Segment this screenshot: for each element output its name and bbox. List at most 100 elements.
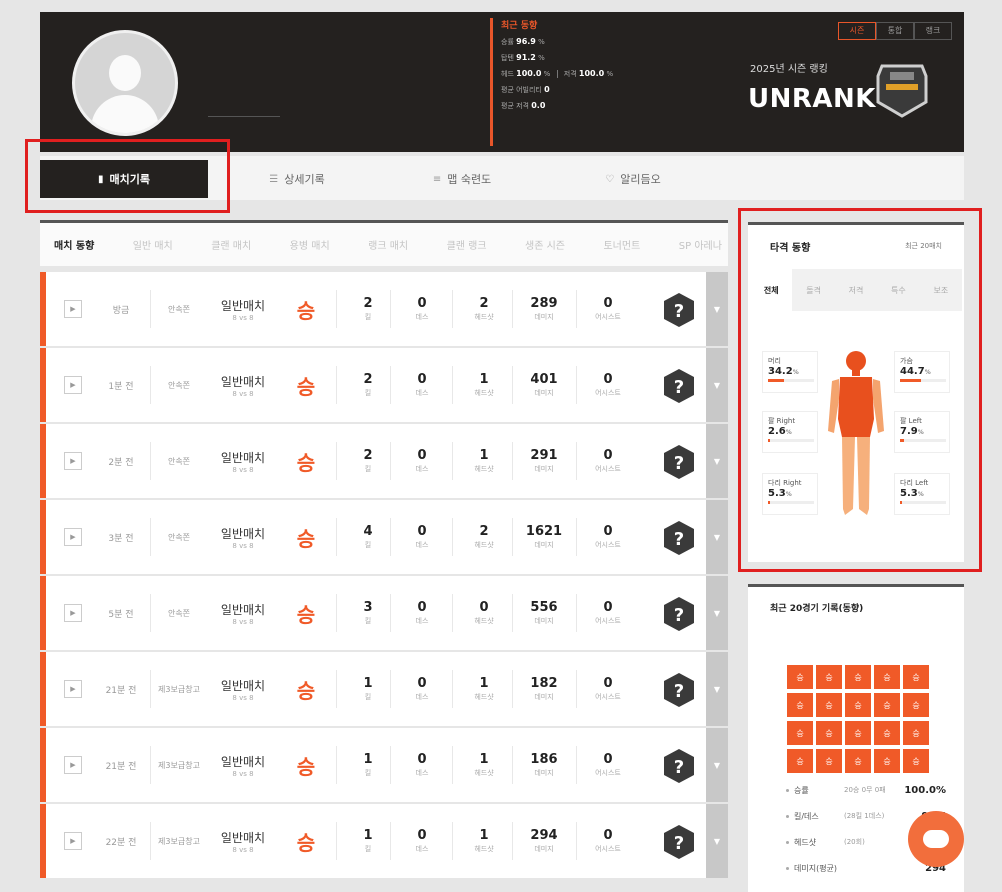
assist-stat-label: 어시스트 <box>595 693 621 701</box>
match-row[interactable]: ▶ 22분 전 제3보급창고 일반매치 8 vs 8 승 1 킬 0 데스 1 헤드샷 294 데미지 0 어… <box>40 804 728 878</box>
assist-stat: 0 어시스트 <box>576 500 640 574</box>
filter-rank-match[interactable]: 랭크 매치 <box>368 237 408 252</box>
win-rate-value: 96.9 <box>516 37 536 46</box>
damage-stat-value: 556 <box>530 600 558 615</box>
match-row[interactable]: ▶ 2분 전 안속쫀 일반매치 8 vs 8 승 2 킬 0 데스 1 헤드샷 291 데미지 0 어시스트?… <box>40 424 728 498</box>
match-mode-cell: 일반매치 8 vs 8 <box>208 424 278 498</box>
avg-kill-value: 0 <box>544 85 550 94</box>
expand-row-button[interactable]: ▼ <box>706 728 728 802</box>
match-server-cell: 안속쫀 <box>150 576 208 650</box>
filter-match-trend[interactable]: 매치 동향 <box>54 237 94 252</box>
win-rate-label: 승률 <box>501 38 514 46</box>
season-tab-total[interactable]: 통합 <box>876 22 914 40</box>
recent20-summary-label: 킬/데스 <box>794 812 819 821</box>
expand-row-button[interactable]: ▼ <box>706 652 728 726</box>
replay-play-icon[interactable]: ▶ <box>64 300 82 318</box>
kill-stat-label: 킬 <box>364 693 372 701</box>
expand-row-button[interactable]: ▼ <box>706 272 728 346</box>
rank-badge-icon <box>876 64 928 118</box>
unranked-question-icon: ? <box>664 293 694 327</box>
death-stat: 0 데스 <box>390 348 454 422</box>
match-time-cell: 22분 전 <box>90 804 152 878</box>
death-stat: 0 데스 <box>390 500 454 574</box>
season-tab-season[interactable]: 시즌 <box>838 22 876 40</box>
avg-damage-label: 평균 저격 <box>501 102 529 110</box>
kill-stat-value: 1 <box>363 828 373 843</box>
filter-clan-rank[interactable]: 클랜 랭크 <box>447 237 487 252</box>
headshot-stat-label: 헤드샷 <box>474 389 494 397</box>
assist-stat-label: 어시스트 <box>595 389 621 397</box>
filter-mercenary-match[interactable]: 용병 매치 <box>290 237 330 252</box>
death-stat: 0 데스 <box>390 728 454 802</box>
chat-button[interactable] <box>908 811 964 867</box>
match-mode-cell: 일반매치 8 vs 8 <box>208 272 278 346</box>
assist-stat-value: 0 <box>603 372 613 387</box>
kill-stat-label: 킬 <box>364 845 372 853</box>
death-stat: 0 데스 <box>390 804 454 878</box>
headshot-stat: 0 헤드샷 <box>452 576 516 650</box>
bullet-icon <box>786 789 789 792</box>
death-stat: 0 데스 <box>390 424 454 498</box>
damage-stat-value: 186 <box>530 752 558 767</box>
assist-stat-value: 0 <box>603 524 613 539</box>
filter-survival-season[interactable]: 생존 시즌 <box>525 237 565 252</box>
bullet-icon <box>786 841 789 844</box>
replay-play-icon[interactable]: ▶ <box>64 680 82 698</box>
expand-row-button[interactable]: ▼ <box>706 500 728 574</box>
tab-detail-record[interactable]: ☰ 상세기록 <box>252 160 342 198</box>
match-time: 1분 전 <box>108 381 134 392</box>
recent20-result-cell: 승 <box>903 749 929 773</box>
replay-play-icon[interactable]: ▶ <box>64 452 82 470</box>
damage-stat-label: 데미지 <box>534 465 554 473</box>
damage-stat-label: 데미지 <box>534 313 554 321</box>
filter-sp-arena[interactable]: SP 아레나 <box>679 237 722 252</box>
filter-clan-match[interactable]: 클랜 매치 <box>211 237 251 252</box>
damage-stat: 556 데미지 <box>512 576 576 650</box>
match-server-cell: 안속쫀 <box>150 424 208 498</box>
match-time-cell: 5분 전 <box>90 576 152 650</box>
match-row[interactable]: ▶ 1분 전 안속쫀 일반매치 8 vs 8 승 2 킬 0 데스 1 헤드샷 401 데미지 0 어시스트?… <box>40 348 728 422</box>
death-stat-label: 데스 <box>415 769 429 777</box>
expand-row-button[interactable]: ▼ <box>706 348 728 422</box>
match-time: 21분 전 <box>105 761 137 772</box>
tab-alert[interactable]: ♡ 알리듬오 <box>588 160 678 198</box>
match-row[interactable]: ▶ 방금 안속쫀 일반매치 8 vs 8 승 2 킬 0 데스 2 헤드샷 289 데미지 0 어시스트? ▼ <box>40 272 728 346</box>
match-list: ▶ 방금 안속쫀 일반매치 8 vs 8 승 2 킬 0 데스 2 헤드샷 289 데미지 0 어시스트? ▼ ▶… <box>40 272 728 892</box>
expand-row-button[interactable]: ▼ <box>706 576 728 650</box>
replay-play-icon[interactable]: ▶ <box>64 376 82 394</box>
svg-text:?: ? <box>674 681 684 702</box>
recent20-result-cell: 승 <box>903 693 929 717</box>
filter-tournament[interactable]: 토너먼트 <box>603 237 640 252</box>
chevron-down-icon: ▼ <box>713 608 721 618</box>
death-stat-value: 0 <box>417 676 427 691</box>
replay-play-icon[interactable]: ▶ <box>64 604 82 622</box>
unranked-question-icon: ? <box>664 445 694 479</box>
death-stat-label: 데스 <box>415 617 429 625</box>
replay-play-icon[interactable]: ▶ <box>64 528 82 546</box>
damage-stat-label: 데미지 <box>534 693 554 701</box>
match-row[interactable]: ▶ 21분 전 제3보급창고 일반매치 8 vs 8 승 1 킬 0 데스 1 헤드샷 186 데미지 0 어… <box>40 728 728 802</box>
rank-season-label: 2025년 시즌 랭킹 <box>750 64 828 75</box>
expand-row-button[interactable]: ▼ <box>706 804 728 878</box>
damage-stat-value: 289 <box>530 296 558 311</box>
match-mode: 일반매치 <box>220 830 266 845</box>
recent20-summary-detail: 20승 0무 0패 <box>844 786 886 794</box>
match-time: 방금 <box>112 305 130 316</box>
replay-play-icon[interactable]: ▶ <box>64 832 82 850</box>
match-row[interactable]: ▶ 3분 전 안속쫀 일반매치 8 vs 8 승 4 킬 0 데스 2 헤드샷 1621 데미지 0 어시스트… <box>40 500 728 574</box>
headshot-stat-label: 헤드샷 <box>474 313 494 321</box>
tab-map-proficiency[interactable]: ≡ 맵 숙련도 <box>412 160 512 198</box>
match-row[interactable]: ▶ 5분 전 안속쫀 일반매치 8 vs 8 승 3 킬 0 데스 0 헤드샷 556 데미지 0 어시스트?… <box>40 576 728 650</box>
season-tab-rank[interactable]: 랭크 <box>914 22 952 40</box>
match-row[interactable]: ▶ 21분 전 제3보급창고 일반매치 8 vs 8 승 1 킬 0 데스 1 헤드샷 182 데미지 0 어… <box>40 652 728 726</box>
recent20-title: 최근 20경기 기록(동향) <box>770 604 864 614</box>
match-team-size: 8 vs 8 <box>232 845 254 854</box>
replay-play-icon[interactable]: ▶ <box>64 756 82 774</box>
bullet-icon <box>786 867 789 870</box>
assist-stat-label: 어시스트 <box>595 845 621 853</box>
filter-normal-match[interactable]: 일반 매치 <box>133 237 173 252</box>
damage-stat: 182 데미지 <box>512 652 576 726</box>
expand-row-button[interactable]: ▼ <box>706 424 728 498</box>
tab-label: 상세기록 <box>284 173 325 186</box>
headshot-stat: 1 헤드샷 <box>452 424 516 498</box>
